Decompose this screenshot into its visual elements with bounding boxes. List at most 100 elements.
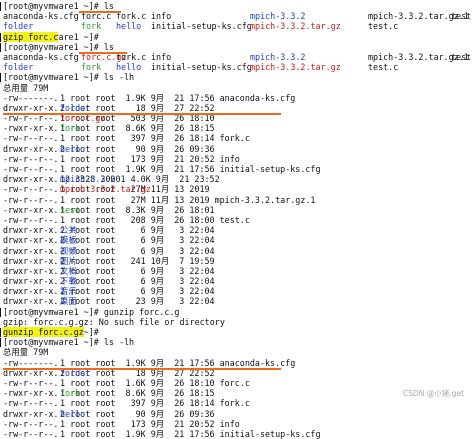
terminal-text: fork [81,62,102,73]
terminal-text: 总用量 79M [3,82,49,93]
terminal-output[interactable]: [root@myvmware1 ~]# ls anaconda-ks.cfg for… [0,0,474,439]
terminal-line: gzip: forc.c.g.gz: No such file or direc… [3,317,474,327]
terminal-text: 2 root root 6 9月 3 22:04 [60,225,220,236]
terminal-line: drwxr-xr-x. 2 root root 6 9月 3 22:04 音乐 [3,286,474,296]
terminal-text: -rw-r--r--. [3,194,59,205]
terminal-text: anaconda-ks.cfg [3,11,79,22]
terminal-text: 2 root root 6 9月 3 22:04 [60,265,220,276]
terminal-text: [root@myvmware1 ~]# ls -lh [3,337,135,348]
terminal-text: mpich-3.3.2.tar.gz [250,21,341,32]
annotation-underline [3,368,281,370]
terminal-text: 模板 [60,235,77,246]
terminal-text: 视频 [60,245,77,256]
terminal-text: 音乐 [60,286,77,297]
terminal-text: mpich-3.3.2 [250,11,306,22]
prompt-marker [0,2,1,11]
terminal-line: -rw-r--r--. 1 root root 397 9月 26 18:14 f… [3,398,474,408]
terminal-line: [root@myvmware1 ~]# ls [0,41,474,52]
terminal-text: drwxr-xr-x. [3,102,59,113]
terminal-text: -rw-r--r--. [3,153,59,164]
terminal-text: -rwxr-xr-x. [3,123,59,134]
terminal-text: -rw-------. [3,92,59,103]
terminal-text: 1 root root 1.9K 9月 21 17:56 anaconda-ks… [60,92,296,103]
terminal-text: -rw-r--r--. [3,377,59,388]
terminal-text: 2 root root 241 10月 7 19:59 [60,255,220,266]
terminal-text: test.c [368,21,399,32]
terminal-text: 1 root root 397 9月 26 18:14 fork.c [60,133,250,144]
terminal-line: [root@myvmware1 ~]# ls [0,1,474,11]
terminal-text: -rw-------. [3,357,59,368]
terminal-text: 图片 [60,255,77,266]
terminal-text: 公共 [60,225,77,236]
terminal-line: drwxr-xr-x. 2 root root 6 9月 3 22:04 视频 [3,246,474,256]
terminal-text: mpich-3.3.2 [60,174,116,185]
terminal-line: [root@myvmware1 ~]# gunzip forc.c.gz [0,327,474,338]
terminal-text: drwxr-xr-x. [3,235,59,246]
annotation-underline [79,11,121,13]
terminal-line: anaconda-ks.cfg forc.c.gz fork.c info mpich-… [3,52,474,62]
terminal-line: 总用量 79M [3,347,474,357]
terminal-text: -rw-r--r--. [3,214,59,225]
terminal-text: -rwxr-xr-x. [3,204,59,215]
terminal-line: drwxr-xr-x. 2 root root 6 9月 3 22:04 文档 [3,266,474,276]
terminal-text: 1 root root 8.6K 9月 26 18:15 [60,388,220,399]
terminal-text: 1 root root 1.9K 9月 21 17:56 initial-set… [60,164,321,174]
terminal-text: test [451,51,472,62]
terminal-text: -rw-r--r--. [3,418,59,429]
terminal-line: 总用量 79M [3,83,474,93]
terminal-text: -rw-r--r--. [3,428,59,439]
terminal-text: [root@myvmware1 ~]# ls [3,41,114,52]
terminal-line: -rw-------. 1 root root 1.9K 9月 21 17:56 … [3,93,474,103]
terminal-text: initial-setup-ks.cfg [151,21,252,32]
terminal-text: fork [60,388,81,399]
prompt-marker [0,73,1,83]
terminal-text: 2 root root 6 9月 3 22:04 [60,286,220,297]
terminal-line: -rw-------. 1 root root 1.9K 9月 21 17:56 … [3,358,474,368]
terminal-line: drwxr-xr-x. 2 root root 241 10月 7 19:59 图… [3,256,474,266]
terminal-line: -rw-r--r--. 1 root root 208 9月 26 18:00 t… [3,215,474,225]
prompt-marker [0,338,1,348]
terminal-text: hello [116,62,142,73]
terminal-text: test [60,204,81,215]
terminal-text: drwxr-xr-x. [3,143,59,154]
terminal-text: 1 root root 173 9月 21 20:52 info [60,418,240,429]
terminal-text: test [451,11,472,22]
terminal-line: folder fork hello initial-setup-ks.cfg mpich… [3,62,474,72]
terminal-text: 1 root root 8.3K 9月 26 18:01 [60,204,220,215]
terminal-text: 1 root root 1.6K 9月 26 18:10 forc.c [60,377,250,388]
terminal-text: [root@myvmware1 ~]# ls [3,1,114,11]
terminal-line: anaconda-ks.cfg forc.c fork.c info mpich-3.3… [3,11,474,21]
terminal-text: 1 root root 1.9K 9月 21 17:56 anaconda-ks… [60,357,296,368]
terminal-text: -rw-r--r--. [3,133,59,144]
terminal-line: [root@myvmware1 ~]# ls -lh [0,72,474,83]
terminal-line: drwxr-xr-x. 2 root root 6 9月 3 22:04 下载 [3,276,474,286]
terminal-line: -rw-r--r--. 1 root root 27M 11月 13 2019 m… [3,184,474,194]
terminal-line: -rw-r--r--. 1 root root 27M 11月 13 2019 m… [3,195,474,205]
terminal-text: 1 root root 208 9月 26 18:00 test.c [60,214,250,225]
terminal-line: drwxr-xr-x. 2 root root 23 9月 3 22:04 桌面 [3,296,474,306]
terminal-line: drwxr-xr-x. 2 root root 90 9月 26 09:36 he… [3,409,474,419]
terminal-line: drwxr-xr-x. 2 root root 6 9月 3 22:04 公共 [3,225,474,235]
terminal-text: folder [3,21,34,32]
terminal-line: [root@myvmware1 ~]# ls -lh [0,337,474,348]
terminal-text: hello [60,408,86,419]
terminal-text: 2 root root 6 9月 3 22:04 [60,276,220,287]
terminal-line: -rw-r--r--. 1 root root 1.6K 9月 26 18:10 … [3,378,474,388]
terminal-line: -rw-r--r--. 1 root root 397 9月 26 18:14 f… [3,133,474,143]
terminal-text: fork [60,123,81,134]
terminal-line: -rw-r--r--. 1 root root 173 9月 21 20:52 i… [3,419,474,429]
terminal-text: hello [60,143,86,154]
terminal-text: 桌面 [60,296,77,307]
terminal-line: -rwxr-xr-x. 1 root root 8.3K 9月 26 18:01 … [3,205,474,215]
terminal-line: [root@myvmware1 ~]# gunzip forc.c.g [0,307,474,317]
terminal-text: drwxr-xr-x. [3,225,59,236]
terminal-text: 1 root root 1.9K 9月 21 17:56 initial-set… [60,428,321,439]
terminal-line: drwxr-xr-x. 12 3328 20001 4.0K 9月 21 23:5… [3,174,474,184]
terminal-text: drwxr-xr-x. [3,286,59,297]
terminal-line: -rw-r--r--. 1 root root 1.9K 9月 21 17:56 … [3,164,474,174]
terminal-text: info [151,51,172,62]
terminal-text: 2 root root 23 9月 3 22:04 [60,296,220,307]
terminal-text: drwxr-xr-x. [3,265,59,276]
terminal-line: -rw-r--r--. 1 root root 173 9月 21 20:52 i… [3,154,474,164]
terminal-line: folder fork hello initial-setup-ks.cfg mpich… [3,21,474,31]
